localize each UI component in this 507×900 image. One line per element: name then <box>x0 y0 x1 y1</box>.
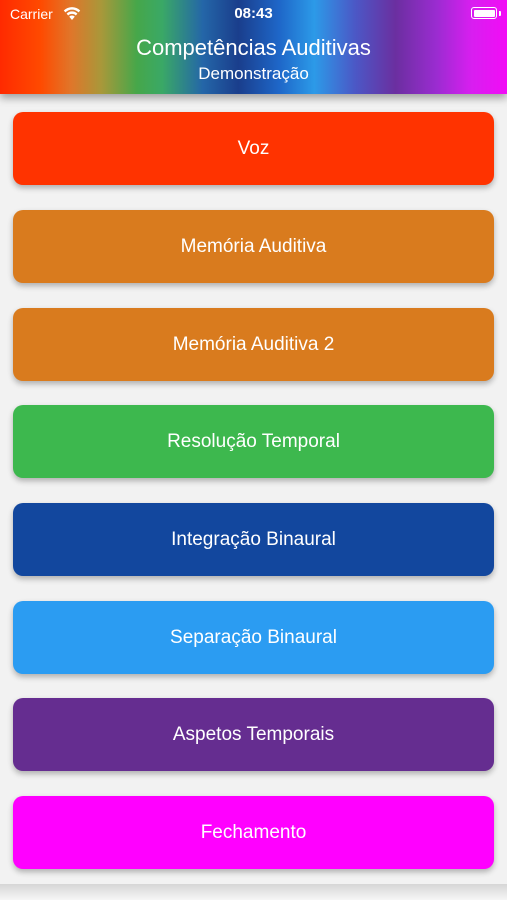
memoria-auditiva-button[interactable]: Memória Auditiva <box>13 210 494 283</box>
fechamento-button[interactable]: Fechamento <box>13 796 494 869</box>
status-bar: Carrier 08:43 <box>0 0 507 28</box>
resolucao-temporal-button[interactable]: Resolução Temporal <box>13 405 494 478</box>
integracao-binaural-button[interactable]: Integração Binaural <box>13 503 494 576</box>
button-list: Voz Memória Auditiva Memória Auditiva 2 … <box>0 94 507 888</box>
clock-time: 08:43 <box>234 5 273 22</box>
memoria-auditiva-2-button[interactable]: Memória Auditiva 2 <box>13 308 494 381</box>
app-header: Carrier 08:43 Competências Auditivas Dem… <box>0 0 507 94</box>
page-subtitle: Demonstração <box>198 64 309 83</box>
battery-tip <box>499 11 501 16</box>
separacao-binaural-button[interactable]: Separação Binaural <box>13 601 494 674</box>
voz-button[interactable]: Voz <box>13 112 494 185</box>
page-title: Competências Auditivas <box>136 35 371 60</box>
battery-icon <box>471 7 497 19</box>
bottom-bar <box>0 884 507 900</box>
aspetos-temporais-button[interactable]: Aspetos Temporais <box>13 698 494 771</box>
